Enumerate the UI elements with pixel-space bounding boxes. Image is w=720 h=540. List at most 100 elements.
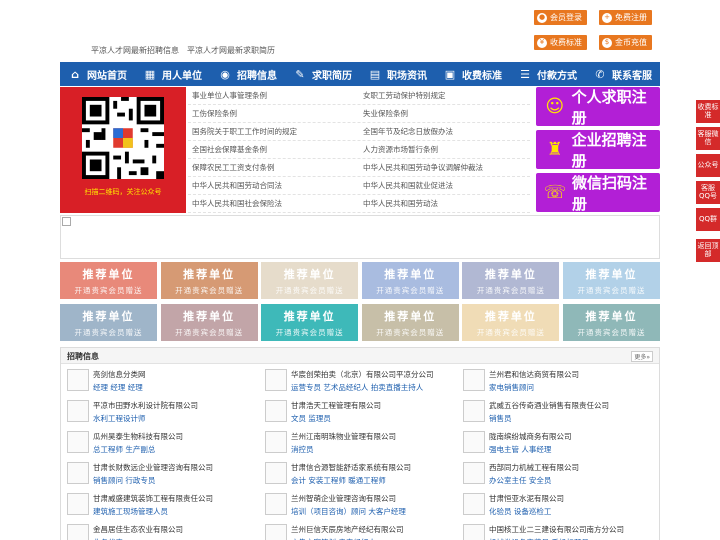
nav-resumes[interactable]: ✎ 求职简历	[285, 62, 360, 86]
policy-link[interactable]: 中华人民共和国社会保险法	[188, 198, 359, 209]
policy-link[interactable]: 中华人民共和国就业促进法	[359, 180, 530, 191]
policy-link[interactable]: 中华人民共和国劳动争议调解仲裁法	[359, 162, 530, 173]
company-name[interactable]: 甘肃威盛建筑装饰工程有限责任公司	[93, 493, 213, 504]
recommended-tile[interactable]: 推荐单位 开通贵宾会员赠送	[60, 262, 157, 299]
nav-employers[interactable]: ▦ 用人单位	[135, 62, 210, 86]
fee-button[interactable]: ¥ 收费标准	[534, 35, 587, 50]
job-positions[interactable]: 化验员 设备巡检工	[489, 506, 564, 517]
nav-fees[interactable]: ▣ 收费标准	[435, 62, 510, 86]
company-name[interactable]: 兰州江南明珠物业管理有限公司	[291, 431, 396, 442]
login-button[interactable]: ● 会员登录	[534, 10, 587, 25]
job-positions[interactable]: 水利工程设计师	[93, 413, 198, 424]
nav-jobs[interactable]: ◉ 招聘信息	[210, 62, 285, 86]
company-name[interactable]: 金昌居佳生态农业有限公司	[93, 524, 183, 535]
recommended-tile[interactable]: 推荐单位 开通贵宾会员赠送	[462, 262, 560, 299]
policy-link[interactable]: 事业单位人事管理条例	[188, 90, 359, 101]
company-logo[interactable]	[463, 431, 485, 453]
job-positions[interactable]: 销售顾问 行政专员	[93, 475, 213, 486]
company-logo[interactable]	[265, 524, 287, 540]
job-positions[interactable]: 家电销售顾问	[489, 382, 579, 393]
recommended-tile[interactable]: 推荐单位 开通贵宾会员赠送	[562, 304, 660, 341]
job-positions[interactable]: 办公室主任 安全员	[489, 475, 579, 486]
company-name[interactable]: 西部同力机械工程有限公司	[489, 462, 579, 473]
recommended-tile[interactable]: 推荐单位 开通贵宾会员赠送	[160, 262, 258, 299]
job-positions[interactable]: 会计 安装工程师 暖通工程师	[291, 475, 411, 486]
recommended-tile[interactable]: 推荐单位 开通贵宾会员赠送	[261, 262, 359, 299]
side-qq-service-button[interactable]: 客服QQ号	[696, 181, 720, 204]
company-name[interactable]: 华宸创荣拍卖（北京）有限公司平凉分公司	[291, 369, 434, 380]
policy-link[interactable]: 中华人民共和国劳动合同法	[188, 180, 359, 191]
banner-image[interactable]	[60, 215, 660, 259]
wechat-register-button[interactable]: ☏ 微信扫码注册	[536, 173, 660, 213]
policy-link[interactable]: 人力资源市场暂行条例	[359, 144, 530, 155]
nav-news[interactable]: ▤ 职场资讯	[360, 62, 435, 86]
recommended-tile[interactable]: 推荐单位 开通贵宾会员赠送	[361, 304, 459, 341]
company-logo[interactable]	[463, 369, 485, 391]
job-positions[interactable]: 消控员	[291, 444, 396, 455]
job-positions[interactable]: 建筑施工现场管理人员	[93, 506, 213, 517]
recommended-tile[interactable]: 推荐单位 开通贵宾会员赠送	[60, 304, 157, 341]
policy-link[interactable]: 女职工劳动保护特别规定	[359, 90, 530, 101]
nav-home[interactable]: ⌂ 网站首页	[60, 62, 135, 86]
job-positions[interactable]: 培训（项目咨询）顾问 大客户经理	[291, 506, 406, 517]
recommended-tile[interactable]: 推荐单位 开通贵宾会员赠送	[462, 304, 560, 341]
company-register-button[interactable]: ♜ 企业招聘注册	[536, 130, 660, 170]
side-back-to-top-button[interactable]: 返回顶部	[696, 239, 720, 262]
company-name[interactable]: 平凉市田野水利设计院有限公司	[93, 400, 198, 411]
nav-contact[interactable]: ✆ 联系客服	[585, 62, 660, 86]
nav-payment[interactable]: ☰ 付款方式	[510, 62, 585, 86]
company-logo[interactable]	[265, 462, 287, 484]
company-logo[interactable]	[67, 369, 89, 391]
side-fee-button[interactable]: 收费标准	[696, 100, 720, 123]
company-logo[interactable]	[463, 493, 485, 515]
company-name[interactable]: 兰州智萌企业管理咨询有限公司	[291, 493, 406, 504]
company-logo[interactable]	[463, 462, 485, 484]
policy-link[interactable]: 工伤保险条例	[188, 108, 359, 119]
company-name[interactable]: 武威五谷传奇酒业销售有限责任公司	[489, 400, 609, 411]
company-logo[interactable]	[265, 431, 287, 453]
recommended-tile[interactable]: 推荐单位 开通贵宾会员赠送	[562, 262, 660, 299]
company-name[interactable]: 甘肃信合源智能舒适家系统有限公司	[291, 462, 411, 473]
recommended-tile[interactable]: 推荐单位 开通贵宾会员赠送	[361, 262, 459, 299]
job-positions[interactable]: 文员 监理员	[291, 413, 381, 424]
job-positions[interactable]: 总工程师 生产副总	[93, 444, 183, 455]
policy-link[interactable]: 保障农民工工资支付条例	[188, 162, 359, 173]
company-name[interactable]: 亮剑信息分类网	[93, 369, 146, 380]
company-logo[interactable]	[265, 400, 287, 422]
job-positions[interactable]: 运营专员 艺术品经纪人 拍卖直播主持人	[291, 382, 434, 393]
company-name[interactable]: 陇南缤纷城商务有限公司	[489, 431, 572, 442]
job-positions[interactable]: 强电主管 人事经理	[489, 444, 572, 455]
more-link[interactable]: 更多»	[631, 351, 653, 362]
company-name[interactable]: 甘肃浩天工程管理有限公司	[291, 400, 381, 411]
recommended-tile[interactable]: 推荐单位 开通贵宾会员赠送	[160, 304, 258, 341]
company-logo[interactable]	[67, 400, 89, 422]
recharge-button[interactable]: $ 金币充值	[599, 35, 652, 50]
company-name[interactable]: 中国核工业二三建设有限公司南方分公司	[489, 524, 624, 535]
company-logo[interactable]	[67, 431, 89, 453]
company-logo[interactable]	[67, 462, 89, 484]
company-logo[interactable]	[67, 524, 89, 540]
company-name[interactable]: 甘肃长财数远企业管理咨询有限公司	[93, 462, 213, 473]
company-logo[interactable]	[463, 524, 485, 540]
tagline-resumes-link[interactable]: 平凉人才网最新求职简历	[187, 45, 275, 56]
policy-link[interactable]: 中华人民共和国劳动法	[359, 198, 530, 209]
tagline-jobs-link[interactable]: 平凉人才网最新招聘信息	[91, 45, 179, 56]
company-name[interactable]: 兰州君和信达商贸有限公司	[489, 369, 579, 380]
policy-link[interactable]: 国务院关于职工工作时间的规定	[188, 126, 359, 137]
company-logo[interactable]	[265, 369, 287, 391]
company-name[interactable]: 瓜州昊泰生物科技有限公司	[93, 431, 183, 442]
company-logo[interactable]	[463, 400, 485, 422]
company-name[interactable]: 甘肃恒亚水泥有限公司	[489, 493, 564, 504]
policy-link[interactable]: 失业保险条例	[359, 108, 530, 119]
side-official-account-button[interactable]: 公众号	[696, 154, 720, 177]
company-logo[interactable]	[67, 493, 89, 515]
register-button[interactable]: + 免费注册	[599, 10, 652, 25]
job-positions[interactable]: 销售员	[489, 413, 609, 424]
policy-link[interactable]: 全国年节及纪念日放假办法	[359, 126, 530, 137]
personal-register-button[interactable]: ☺ 个人求职注册	[536, 87, 660, 127]
side-qq-group-button[interactable]: QQ群	[696, 208, 720, 231]
recommended-tile[interactable]: 推荐单位 开通贵宾会员赠送	[261, 304, 359, 341]
job-positions[interactable]: 经理 经理 经理	[93, 382, 146, 393]
side-wechat-service-button[interactable]: 客服微信	[696, 127, 720, 150]
company-logo[interactable]	[265, 493, 287, 515]
